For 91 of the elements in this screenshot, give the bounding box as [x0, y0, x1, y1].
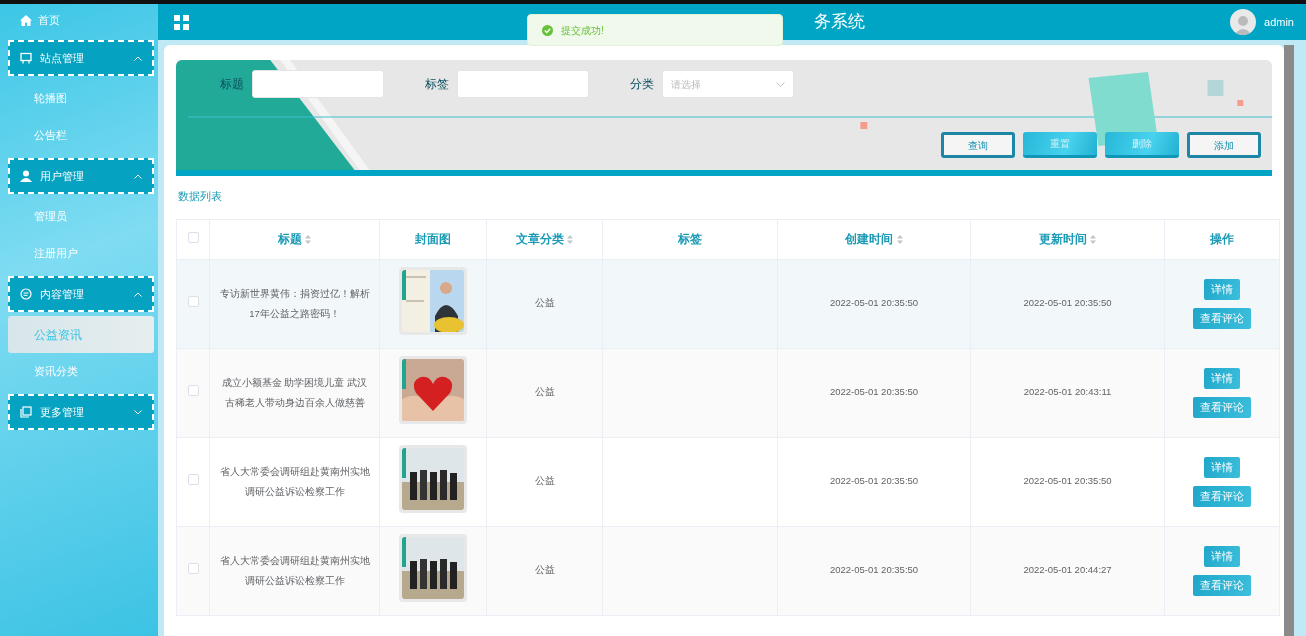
- column-title: 更新时间: [1038, 232, 1087, 246]
- menu-label: 用户管理: [40, 168, 85, 184]
- menu-group[interactable]: 更多管理: [8, 394, 154, 430]
- home-menu-item[interactable]: 首页: [8, 4, 154, 36]
- menu-label: 首页: [38, 12, 60, 28]
- row-checkbox[interactable]: [187, 384, 199, 396]
- menu-group[interactable]: 用户管理: [8, 158, 154, 194]
- title-cell-text: 成立小额基金 助学困境儿童 武汉古稀老人带动身边百余人做慈善: [220, 375, 369, 410]
- menu-item[interactable]: 注册用户: [8, 235, 154, 272]
- column-header[interactable]: 标签: [602, 219, 778, 259]
- row-action-button[interactable]: 查看评论: [1193, 574, 1251, 596]
- home-icon: [20, 14, 32, 26]
- menu-item[interactable]: 轮播图: [8, 80, 154, 117]
- copy-icon: [20, 406, 32, 418]
- menu-label: 站点管理: [40, 50, 85, 66]
- field-label: 标签: [425, 76, 449, 93]
- title-cell-text: 省人大常委会调研组赴黄南州实地调研公益诉讼检察工作: [218, 464, 371, 499]
- field-label: 标题: [220, 76, 244, 93]
- caret-icon: [134, 409, 142, 415]
- caret-icon: [134, 173, 142, 179]
- success-toast: 提交成功!: [527, 14, 783, 46]
- action-button[interactable]: 重置: [1023, 132, 1097, 158]
- select-all-checkbox[interactable]: [187, 232, 199, 243]
- column-title: 封面图: [415, 232, 451, 246]
- column-header[interactable]: 操作: [1164, 219, 1280, 259]
- success-icon: [542, 24, 553, 36]
- date-cell: 2022-05-01 20:43:11: [1023, 386, 1112, 398]
- caret-icon: [134, 55, 142, 61]
- sort-icon[interactable]: [896, 235, 903, 245]
- row-action-button[interactable]: 详情: [1204, 456, 1240, 478]
- row-action-button[interactable]: 查看评论: [1193, 485, 1251, 507]
- column-header[interactable]: 文章分类: [486, 219, 603, 259]
- title-cell-text: 专访新世界黄伟：捐资过亿！解析17年公益之路密码！: [218, 286, 371, 321]
- action-button[interactable]: 删除: [1105, 132, 1179, 158]
- row-action-button[interactable]: 详情: [1204, 278, 1240, 300]
- category-cell: 公益: [534, 475, 555, 487]
- row-checkbox[interactable]: [187, 295, 199, 307]
- menu-group[interactable]: 内容管理: [8, 276, 154, 312]
- category-cell: 公益: [534, 297, 555, 309]
- avatar-icon[interactable]: [1230, 9, 1257, 35]
- scrollbar[interactable]: [1284, 45, 1294, 636]
- date-cell: 2022-05-01 20:35:50: [829, 297, 919, 309]
- column-title: 标签: [678, 232, 702, 246]
- caret-icon: [134, 291, 142, 297]
- row-action-button[interactable]: 查看评论: [1193, 307, 1251, 329]
- column-title: 操作: [1210, 232, 1234, 246]
- menu-item[interactable]: 资讯分类: [8, 353, 154, 390]
- date-cell: 2022-05-01 20:44:27: [1023, 564, 1112, 576]
- row-checkbox[interactable]: [187, 473, 199, 485]
- category-cell: 公益: [534, 386, 555, 398]
- column-title: 文章分类: [515, 232, 564, 246]
- sort-icon[interactable]: [567, 235, 574, 245]
- input-field[interactable]: [457, 70, 589, 98]
- chevron-down-icon: [776, 81, 785, 87]
- column-header[interactable]: 封面图: [379, 219, 487, 259]
- column-title: 创建时间: [845, 232, 894, 246]
- user-icon: [20, 170, 32, 182]
- list-caption: 数据列表: [178, 189, 223, 204]
- title-cell-text: 省人大常委会调研组赴黄南州实地调研公益诉讼检察工作: [218, 553, 371, 588]
- date-cell: 2022-05-01 20:35:50: [829, 475, 919, 487]
- menu-icon[interactable]: [174, 14, 189, 30]
- sort-icon[interactable]: [305, 235, 312, 245]
- category-select[interactable]: 请选择: [662, 70, 794, 98]
- menu-group[interactable]: 站点管理: [8, 40, 154, 76]
- column-header[interactable]: 更新时间: [970, 219, 1165, 259]
- date-cell: 2022-05-01 20:35:50: [1023, 475, 1112, 487]
- row-checkbox[interactable]: [187, 562, 199, 574]
- sort-icon[interactable]: [1090, 235, 1097, 245]
- menu-item[interactable]: 公益资讯: [8, 316, 154, 353]
- category-cell: 公益: [534, 564, 555, 576]
- date-cell: 2022-05-01 20:35:50: [829, 386, 919, 398]
- menu-label: 更多管理: [40, 404, 85, 420]
- action-button[interactable]: 查询: [941, 132, 1015, 158]
- input-field[interactable]: [252, 70, 384, 98]
- chat-icon: [20, 288, 32, 300]
- row-action-button[interactable]: 详情: [1204, 545, 1240, 567]
- date-cell: 2022-05-01 20:35:50: [1023, 297, 1112, 309]
- date-cell: 2022-05-01 20:35:50: [829, 564, 919, 576]
- column-title: 标题: [277, 232, 302, 246]
- user-name[interactable]: admin: [1264, 13, 1294, 31]
- action-button[interactable]: 添加: [1187, 132, 1261, 158]
- field-label: 分类: [630, 76, 654, 93]
- column-header[interactable]: 创建时间: [777, 219, 971, 259]
- monitor-icon: [20, 52, 32, 64]
- menu-label: 内容管理: [40, 286, 85, 302]
- menu-item[interactable]: 公告栏: [8, 117, 154, 154]
- row-action-button[interactable]: 详情: [1204, 367, 1240, 389]
- app-title: 务系统: [814, 11, 865, 34]
- row-action-button[interactable]: 查看评论: [1193, 396, 1251, 418]
- menu-item[interactable]: 管理员: [8, 198, 154, 235]
- column-header[interactable]: 标题: [209, 219, 380, 259]
